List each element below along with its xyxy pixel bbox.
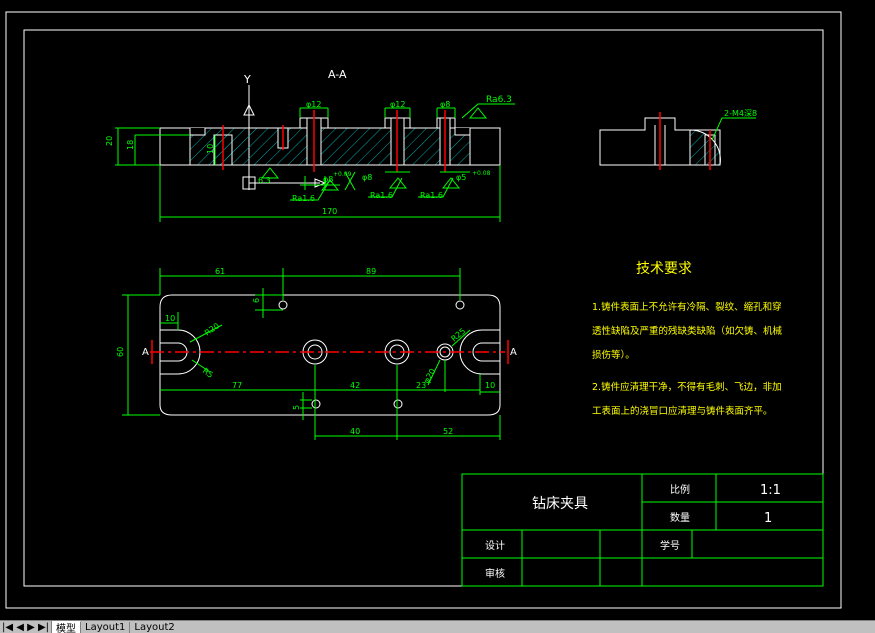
title-block-name: 钻床夹具 xyxy=(532,496,588,512)
dim-top-phi12-b: φ12 xyxy=(390,100,405,109)
dim-hole-phi8b: φ8 xyxy=(362,173,372,182)
layout-tab-bar: |◀ ◀ ▶ ▶| 模型 Layout1 Layout2 xyxy=(0,620,875,633)
dim-height-20: 20 xyxy=(105,136,114,146)
dim-height-10: 10 xyxy=(206,144,215,154)
requirements-line-2: 透性缺陷及严重的残缺类缺陷（如欠铸、机械 xyxy=(592,325,783,337)
dim-r5: R5 xyxy=(201,366,215,379)
dim-top-phi8: φ8 xyxy=(440,100,450,109)
dim-60: 60 xyxy=(116,347,125,357)
ra16-b: Ra1.6 xyxy=(370,191,393,200)
tab-layout2[interactable]: Layout2 xyxy=(129,621,178,633)
ra16-c: Ra1.6 xyxy=(420,191,443,200)
dim-42: 42 xyxy=(350,381,360,390)
drawing-canvas[interactable]: A-A Y φ12 φ12 φ8 Ra6.3 20 18 10 φ8 +0.09… xyxy=(0,0,875,620)
title-block-design-label: 设计 xyxy=(485,539,505,552)
section-mark-a-right: A xyxy=(510,347,517,358)
dim-89: 89 xyxy=(366,267,376,276)
side-view xyxy=(599,112,756,170)
dim-top-phi12-a: φ12 xyxy=(306,100,321,109)
section-mark-a-left: A xyxy=(142,347,149,358)
requirements-line-5: 工表面上的浇冒口应清理与铸件表面齐平。 xyxy=(592,405,773,417)
dim-40: 40 xyxy=(350,427,360,436)
side-view-callout: 2-M4深8 xyxy=(724,109,757,118)
dim-r20: R20 xyxy=(203,321,221,337)
dim-hole-phi5-tol: +0.08 xyxy=(472,170,491,177)
plan-dimensions xyxy=(122,268,501,440)
requirements-line-1: 1.铸件表面上不允许有冷隔、裂纹、缩孔和穿 xyxy=(592,301,782,313)
dim-hole-phi5: φ5 xyxy=(456,173,466,182)
section-title: A-A xyxy=(328,68,347,81)
axis-y-label: Y xyxy=(243,73,251,86)
ra16-a: Ra1.6 xyxy=(292,194,315,203)
title-block-check-label: 审核 xyxy=(485,567,505,580)
plan-view xyxy=(150,294,509,416)
tab-layout1[interactable]: Layout1 xyxy=(80,621,129,633)
dim-hole-phi8-tol: +0.09 xyxy=(333,171,352,178)
dim-10-right: 10 xyxy=(485,381,495,390)
dim-height-18: 18 xyxy=(126,140,135,150)
dim-r25: R25 xyxy=(450,327,468,344)
dim-52: 52 xyxy=(443,427,453,436)
tab-model[interactable]: 模型 xyxy=(51,621,81,633)
tab-nav-arrows[interactable]: |◀ ◀ ▶ ▶| xyxy=(0,622,51,633)
dim-6: 6 xyxy=(252,298,261,303)
title-block-scale-value: 1:1 xyxy=(760,483,781,498)
requirements-line-3: 损伤等）。 xyxy=(592,349,635,361)
requirements-title: 技术要求 xyxy=(636,261,692,277)
requirements-line-4: 2.铸件应清理干净，不得有毛刺、飞边，非加 xyxy=(592,381,782,393)
dim-length-170: 170 xyxy=(322,207,337,216)
title-block-qty-label: 数量 xyxy=(670,511,690,524)
title-block-qty-value: 1 xyxy=(764,511,772,526)
dim-61: 61 xyxy=(215,267,225,276)
dim-77: 77 xyxy=(232,381,242,390)
dim-hole-phi8: φ8 xyxy=(323,175,333,184)
ra63-small: 6.3 xyxy=(258,176,271,185)
title-block-scale-label: 比例 xyxy=(670,483,690,496)
title-block-number-label: 学号 xyxy=(660,539,680,552)
dim-5: 5 xyxy=(292,405,301,410)
roughness-ra63: Ra6.3 xyxy=(486,95,512,105)
dim-10-left: 10 xyxy=(165,314,175,323)
